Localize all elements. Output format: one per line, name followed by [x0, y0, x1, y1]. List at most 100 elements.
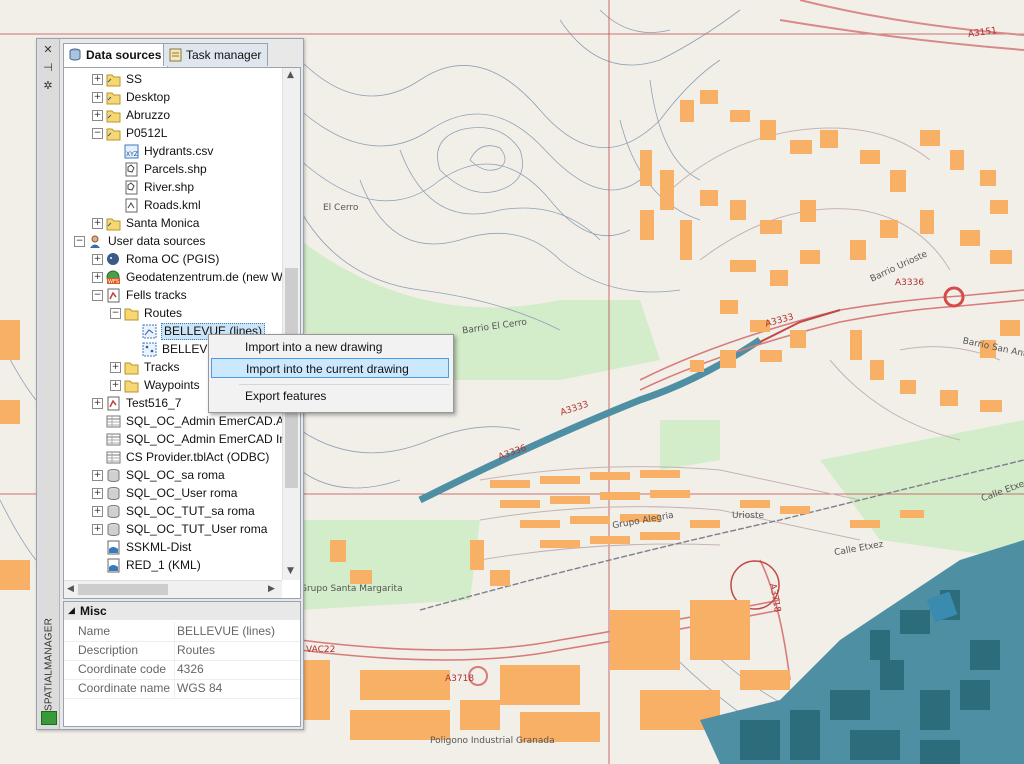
properties-grid: ◢ Misc Name BELLEVUE (lines) Description… — [63, 601, 301, 727]
line-layer-icon — [142, 324, 157, 339]
tab-task-manager[interactable]: Task manager — [163, 43, 269, 66]
tree-item-label: CS Provider.tblAct (ODBC) — [126, 450, 270, 464]
tree-item-label: SQL_OC_TUT_User roma — [126, 522, 268, 536]
tree-item-label: SQL_OC_Admin EmerCAD.Ac — [126, 414, 291, 428]
tree-item-sql-admin-in[interactable]: SQL_OC_Admin EmerCAD In — [64, 430, 286, 448]
scroll-right-icon[interactable]: ▶ — [268, 584, 275, 594]
collapse-icon[interactable]: − — [92, 290, 103, 301]
tree-item-desktop[interactable]: + Desktop — [64, 88, 282, 106]
tree-item-sql-sa-roma[interactable]: + SQL_OC_sa roma — [64, 466, 282, 484]
xyz-file-icon: XYZ — [124, 144, 139, 159]
settings-icon[interactable]: ✲ — [41, 79, 55, 93]
scroll-down-icon[interactable]: ▼ — [287, 566, 294, 576]
expand-icon[interactable]: + — [92, 506, 103, 517]
property-value: 4326 — [174, 660, 204, 679]
tree-item-roma-oc[interactable]: + Roma OC (PGIS) — [64, 250, 282, 268]
map-label: Poligono Industrial Granada — [430, 736, 555, 746]
tree-item-label: Parcels.shp — [144, 162, 207, 176]
expand-icon[interactable]: + — [92, 524, 103, 535]
tree-item-sskml-dist[interactable]: SSKML-Dist — [64, 538, 282, 556]
tree-item-sql-user-roma[interactable]: + SQL_OC_User roma — [64, 484, 282, 502]
database-icon — [107, 469, 120, 482]
folder-icon — [124, 380, 139, 393]
pin-icon[interactable]: ⊣ — [41, 61, 55, 75]
property-name: Name — [78, 624, 111, 638]
scroll-left-icon[interactable]: ◀ — [67, 584, 74, 594]
close-icon[interactable]: ✕ — [41, 43, 55, 57]
folder-link-icon — [106, 74, 121, 87]
tree-item-p0512l[interactable]: − P0512L — [64, 124, 282, 142]
tree-item-user-data-sources[interactable]: − User data sources — [64, 232, 282, 250]
expand-icon[interactable]: + — [92, 272, 103, 283]
collapse-icon[interactable]: − — [110, 308, 121, 319]
menu-separator — [239, 384, 449, 385]
gpx-icon — [107, 288, 120, 303]
menu-item-import-current-drawing[interactable]: Import into the current drawing — [211, 358, 449, 378]
tree-item-label: Routes — [144, 306, 183, 320]
expand-icon[interactable]: + — [92, 92, 103, 103]
collapse-triangle-icon[interactable]: ◢ — [68, 602, 75, 620]
folder-icon — [124, 308, 139, 321]
expand-icon[interactable]: + — [92, 254, 103, 265]
expand-icon[interactable]: + — [92, 218, 103, 229]
property-row[interactable]: Description Routes — [64, 641, 300, 661]
tree-vertical-scrollbar[interactable]: ▲ ▼ — [282, 68, 300, 580]
task-manager-tab-icon — [169, 48, 182, 62]
tree-item-parcels[interactable]: Parcels.shp — [64, 160, 282, 178]
property-name: Description — [78, 643, 139, 657]
tree-item-label: Tracks — [144, 360, 180, 374]
tree-item-label: SQL_OC_Admin EmerCAD In — [126, 432, 287, 446]
map-label: A3336 — [895, 278, 925, 288]
user-icon — [90, 235, 100, 248]
table-icon — [106, 433, 121, 446]
wfs-icon: WFS — [106, 270, 120, 285]
expand-icon[interactable]: + — [110, 362, 121, 373]
expand-icon[interactable]: + — [110, 380, 121, 391]
tab-data-sources[interactable]: Data sources — [63, 43, 169, 67]
svg-text:XYZ: XYZ — [126, 151, 138, 158]
tree-item-red1[interactable]: RED_1 (KML) — [64, 556, 282, 574]
tree-item-routes[interactable]: − Routes — [64, 304, 282, 322]
tree-item-fells-tracks[interactable]: − Fells tracks — [64, 286, 282, 304]
tree-item-santa-monica[interactable]: + Santa Monica — [64, 214, 282, 232]
tree-item-label: SQL_OC_sa roma — [126, 468, 225, 482]
tree-item-label: SQL_OC_User roma — [126, 486, 238, 500]
tree-horizontal-scrollbar[interactable]: ◀ ▶ — [64, 580, 282, 598]
tree-item-geodatenzentrum[interactable]: + WFS Geodatenzentrum.de (new W — [64, 268, 283, 286]
tree-item-abruzzo[interactable]: + Abruzzo — [64, 106, 282, 124]
tree-item-river[interactable]: River.shp — [64, 178, 282, 196]
property-row[interactable]: Name BELLEVUE (lines) — [64, 622, 300, 642]
tree-item-sql-admin-ac[interactable]: SQL_OC_Admin EmerCAD.Ac — [64, 412, 290, 430]
expand-icon[interactable]: + — [92, 74, 103, 85]
expand-icon[interactable]: + — [92, 110, 103, 121]
tree-item-cs-provider[interactable]: CS Provider.tblAct (ODBC) — [64, 448, 282, 466]
properties-section-header[interactable]: ◢ Misc — [64, 602, 300, 620]
tree-item-sql-tut-sa[interactable]: + SQL_OC_TUT_sa roma — [64, 502, 282, 520]
tree-item-ss[interactable]: + SS — [64, 70, 282, 88]
property-row[interactable]: Coordinate name WGS 84 — [64, 679, 300, 699]
postgis-icon — [107, 253, 119, 265]
folder-link-icon — [106, 128, 121, 141]
expand-icon[interactable]: + — [92, 488, 103, 499]
collapse-icon[interactable]: − — [74, 236, 85, 247]
expand-icon[interactable]: + — [92, 470, 103, 481]
tree-item-label: SS — [126, 72, 143, 86]
tree-item-label: Roads.kml — [144, 198, 201, 212]
scroll-thumb[interactable] — [78, 584, 168, 595]
tree-item-sql-tut-user[interactable]: + SQL_OC_TUT_User roma — [64, 520, 282, 538]
palette-title: SPATIALMANAGER — [43, 618, 55, 712]
tree-item-hydrants[interactable]: XYZ Hydrants.csv — [64, 142, 282, 160]
menu-item-import-new-drawing[interactable]: Import into a new drawing — [211, 337, 449, 357]
tree-item-roads[interactable]: Roads.kml — [64, 196, 282, 214]
property-value: WGS 84 — [174, 679, 222, 698]
collapse-icon[interactable]: − — [92, 128, 103, 139]
map-label: VAC22 — [306, 645, 336, 655]
tab-label: Task manager — [186, 48, 262, 62]
scroll-up-icon[interactable]: ▲ — [287, 70, 294, 80]
folder-link-icon — [106, 218, 121, 231]
menu-item-export-features[interactable]: Export features — [211, 386, 449, 406]
property-row[interactable]: Coordinate code 4326 — [64, 660, 300, 680]
expand-icon[interactable]: + — [92, 398, 103, 409]
tree-item-label: Fells tracks — [126, 288, 187, 302]
context-menu: Import into a new drawing Import into th… — [208, 334, 454, 413]
